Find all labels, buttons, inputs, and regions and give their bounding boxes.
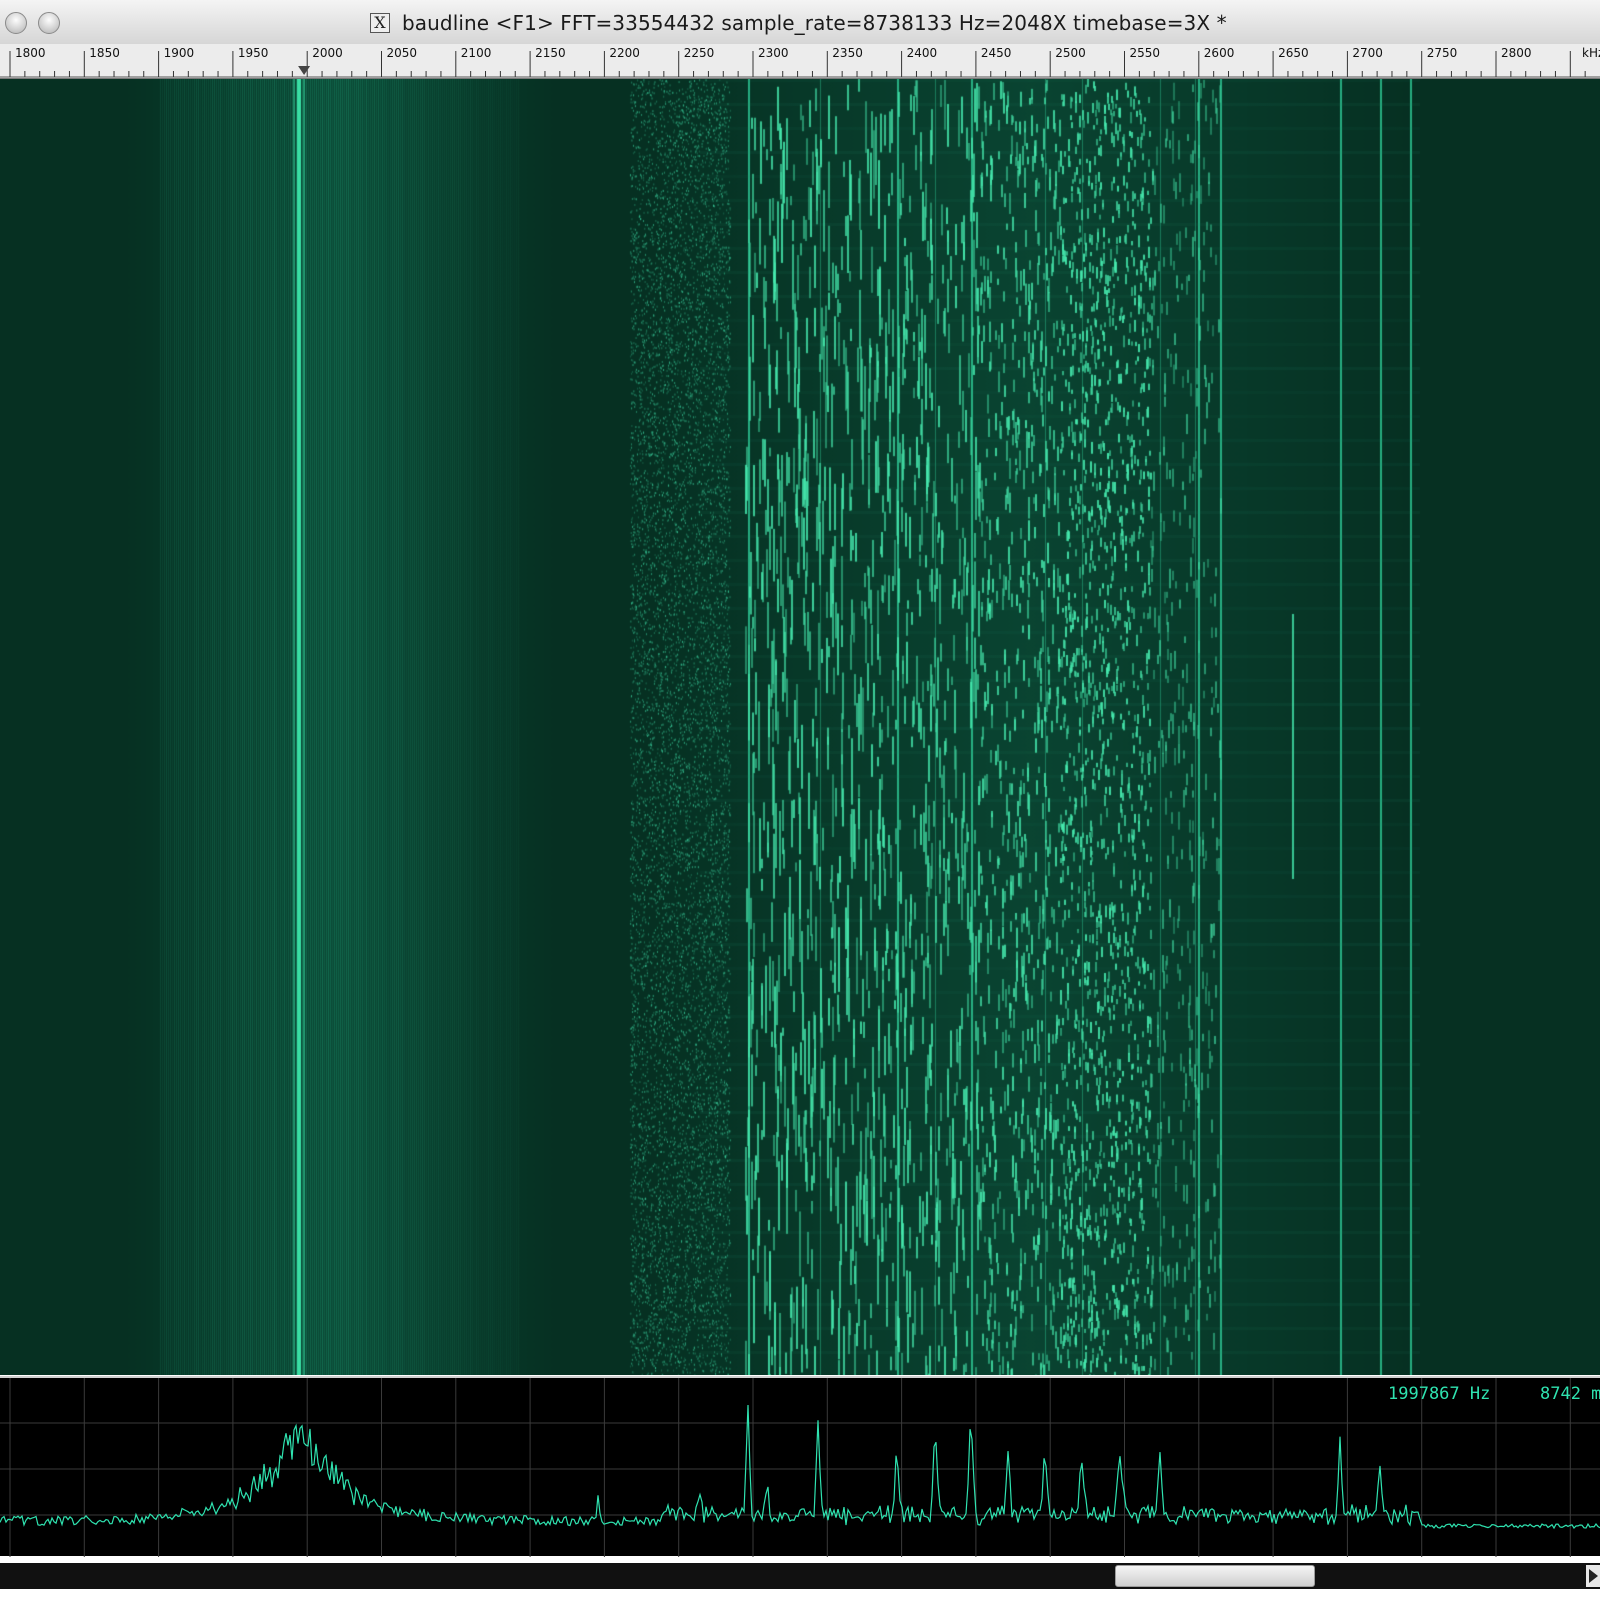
ruler-tick-label: 2200 [609,46,640,60]
ruler-tick-label: 2400 [907,46,938,60]
scroll-thumb[interactable] [1115,1565,1315,1587]
ruler-tick-label: 2550 [1130,46,1161,60]
ruler-tick-label: 2300 [758,46,789,60]
frequency-ruler[interactable]: 1800 1850 1900 1950 2000 2050 2100 2150 2200 2250… [0,44,1600,79]
ruler-tick-label: 2350 [832,46,863,60]
spectrogram-canvas[interactable] [0,79,1600,1375]
scroll-right-arrow-icon[interactable] [1586,1565,1600,1587]
x11-icon: X [370,13,390,33]
horizontal-scrollbar[interactable] [0,1557,1600,1600]
traffic-light-minimize-icon[interactable] [38,12,60,34]
ruler-tick-label: 2000 [312,46,343,60]
ruler-tick-label: 2700 [1352,46,1383,60]
ruler-tick-label: 2750 [1427,46,1458,60]
spectrogram-display[interactable] [0,79,1600,1375]
cursor-marker-icon[interactable] [298,66,311,75]
ruler-tick-label: 2450 [981,46,1012,60]
ruler-tick-label: 2250 [684,46,715,60]
ruler-tick-label: 1850 [89,46,120,60]
title-bar[interactable]: X baudline <F1> FFT=33554432 sample_rate… [0,0,1600,45]
ruler-tick-label: 2100 [461,46,492,60]
ruler-ticks: 1800 1850 1900 1950 2000 2050 2100 2150 2200 2250… [0,46,1600,78]
ruler-unit-label: kHz [1582,46,1600,60]
traffic-light-close-icon[interactable] [5,12,27,34]
spectrum-panel[interactable]: 1997867 Hz 8742 m [0,1376,1600,1558]
ruler-tick-label: 2600 [1204,46,1235,60]
magnitude-readout: 8742 m [1540,1384,1600,1404]
window-title: baudline <F1> FFT=33554432 sample_rate=8… [402,11,1227,35]
ruler-tick-label: 1900 [164,46,195,60]
ruler-tick-label: 2650 [1278,46,1309,60]
ruler-tick-label: 2500 [1055,46,1086,60]
spectrum-graph [0,1378,1600,1558]
baudline-window: X baudline <F1> FFT=33554432 sample_rate… [0,0,1600,1600]
ruler-tick-label: 2150 [535,46,566,60]
ruler-tick-label: 2050 [387,46,418,60]
scroll-track[interactable] [0,1563,1600,1589]
ruler-tick-label: 2800 [1501,46,1532,60]
ruler-tick-label: 1950 [238,46,269,60]
ruler-tick-label: 1800 [15,46,46,60]
cursor-frequency-readout: 1997867 Hz [1388,1384,1491,1404]
